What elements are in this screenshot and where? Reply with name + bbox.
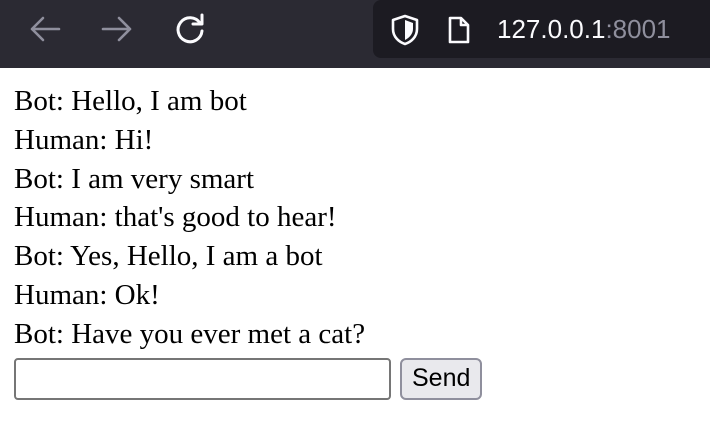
chat-log: Bot: Hello, I am bot Human: Hi! Bot: I a…	[14, 82, 710, 354]
reload-icon	[176, 13, 204, 44]
arrow-left-icon	[30, 16, 61, 42]
url-bar[interactable]: 127.0.0.1:8001	[373, 0, 710, 58]
message-form: Send	[14, 357, 710, 401]
chat-message: Human: Hi!	[14, 123, 154, 156]
back-button[interactable]	[27, 14, 63, 44]
message-input[interactable]	[14, 357, 391, 400]
arrow-right-icon	[101, 16, 132, 42]
chat-message: Human: that's good to hear!	[14, 201, 337, 234]
page-content: Bot: Hello, I am bot Human: Hi! Bot: I a…	[0, 68, 710, 401]
forward-button[interactable]	[99, 14, 135, 44]
reload-button[interactable]	[172, 13, 208, 44]
url-text[interactable]: 127.0.0.1:8001	[497, 12, 671, 46]
send-button[interactable]: Send	[400, 357, 483, 400]
chat-message: Bot: Hello, I am bot	[14, 85, 247, 117]
chat-message: Human: Ok!	[14, 278, 160, 311]
shield-icon[interactable]	[388, 14, 422, 46]
url-port: :8001	[605, 14, 671, 44]
browser-toolbar: 127.0.0.1:8001	[0, 0, 710, 68]
chat-message: Bot: Have you ever met a cat?	[14, 317, 366, 350]
chat-message: Bot: Yes, Hello, I am a bot	[14, 240, 323, 273]
url-host: 127.0.0.1	[497, 14, 606, 44]
chat-message: Bot: I am very smart	[14, 162, 255, 195]
page-icon[interactable]	[445, 14, 473, 46]
